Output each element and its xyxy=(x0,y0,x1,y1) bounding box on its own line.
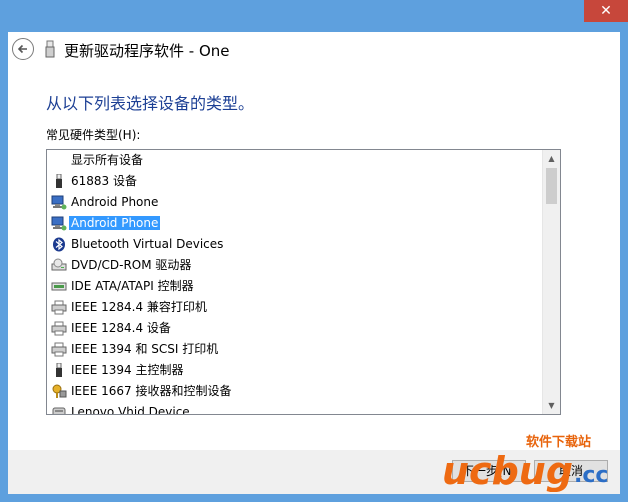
list-item[interactable]: Android Phone xyxy=(47,192,543,213)
list-item-label: 61883 设备 xyxy=(71,174,137,188)
list-item-label: IEEE 1667 接收器和控制设备 xyxy=(71,384,232,398)
wizard-content: 从以下列表选择设备的类型。 常见硬件类型(H): 显示所有设备 61883 设备 A… xyxy=(8,68,620,450)
list-label: 常见硬件类型(H): xyxy=(46,128,141,142)
list-item-label: IEEE 1394 和 SCSI 打印机 xyxy=(71,342,219,356)
list-item-label: IEEE 1284.4 兼容打印机 xyxy=(71,300,207,314)
back-button[interactable] xyxy=(12,38,34,60)
list-item[interactable]: 显示所有设备 xyxy=(47,150,543,171)
list-item[interactable]: IEEE 1667 接收器和控制设备 xyxy=(47,381,543,402)
list-item[interactable]: 61883 设备 xyxy=(47,171,543,192)
network-computer-icon xyxy=(51,195,67,210)
dialog-client: 更新驱动程序软件 - One 从以下列表选择设备的类型。 常见硬件类型(H): … xyxy=(8,32,620,494)
instruction-text: 从以下列表选择设备的类型。 xyxy=(46,94,255,113)
watermark-site-text: 软件下载站 xyxy=(526,434,591,450)
list-item[interactable]: IEEE 1284.4 兼容打印机 xyxy=(47,297,543,318)
list-item[interactable]: IEEE 1394 和 SCSI 打印机 xyxy=(47,339,543,360)
list-item[interactable]: IEEE 1394 主控制器 xyxy=(47,360,543,381)
hid-icon xyxy=(51,405,67,414)
back-arrow-icon xyxy=(17,44,27,54)
list-item[interactable]: Android Phone xyxy=(47,213,543,234)
list-item[interactable]: Bluetooth Virtual Devices xyxy=(47,234,543,255)
close-button[interactable]: ✕ xyxy=(584,0,628,22)
printer-icon xyxy=(51,321,67,336)
scroll-down-arrow-icon[interactable]: ▼ xyxy=(543,397,560,414)
bluetooth-icon xyxy=(51,237,67,252)
list-item-label: Android Phone xyxy=(69,216,161,230)
list-item-label: IEEE 1394 主控制器 xyxy=(71,363,184,377)
scroll-up-arrow-icon[interactable]: ▲ xyxy=(543,150,560,167)
list-items: 显示所有设备 61883 设备 Android Phone Android Phone… xyxy=(47,150,543,415)
usb-plug-icon xyxy=(45,40,55,58)
page-title: 更新驱动程序软件 - One xyxy=(64,42,230,60)
list-item[interactable]: Lenovo Vhid Device xyxy=(47,402,543,415)
title-bar[interactable]: ✕ xyxy=(0,0,628,32)
close-icon: ✕ xyxy=(600,3,612,19)
list-item-label: Android Phone xyxy=(71,195,159,209)
ide-controller-icon xyxy=(51,279,67,294)
list-item-label: Bluetooth Virtual Devices xyxy=(71,237,224,251)
watermark-logo-tld: .cc xyxy=(574,463,608,488)
list-item-label: IDE ATA/ATAPI 控制器 xyxy=(71,279,194,293)
printer-icon xyxy=(51,342,67,357)
usb-plug-icon xyxy=(51,173,67,189)
printer-icon xyxy=(51,300,67,315)
list-item[interactable]: DVD/CD-ROM 驱动器 xyxy=(47,255,543,276)
optical-drive-icon xyxy=(51,258,67,273)
hardware-type-list[interactable]: 显示所有设备 61883 设备 Android Phone Android Phone… xyxy=(46,149,561,415)
list-item-label: Lenovo Vhid Device xyxy=(71,405,190,415)
watermark-logo-text: ucbug xyxy=(442,449,573,492)
security-device-icon xyxy=(51,384,67,399)
wizard-header: 更新驱动程序软件 - One xyxy=(8,32,620,68)
window-frame: ✕ 更新驱动程序软件 - One 从以下列表选择设备的类型。 常见硬件类型(H)… xyxy=(0,0,628,502)
usb-plug-icon xyxy=(51,362,67,378)
network-computer-icon xyxy=(51,216,67,231)
list-item-label: DVD/CD-ROM 驱动器 xyxy=(71,258,192,272)
list-item-label: IEEE 1284.4 设备 xyxy=(71,321,171,335)
list-item-label: 显示所有设备 xyxy=(71,153,144,167)
site-watermark-logo: 软件下载站 ucbug .cc xyxy=(442,434,608,492)
list-item[interactable]: IEEE 1284.4 设备 xyxy=(47,318,543,339)
list-item[interactable]: IDE ATA/ATAPI 控制器 xyxy=(47,276,543,297)
scroll-thumb[interactable] xyxy=(546,168,557,204)
vertical-scrollbar[interactable]: ▲ ▼ xyxy=(542,150,560,414)
